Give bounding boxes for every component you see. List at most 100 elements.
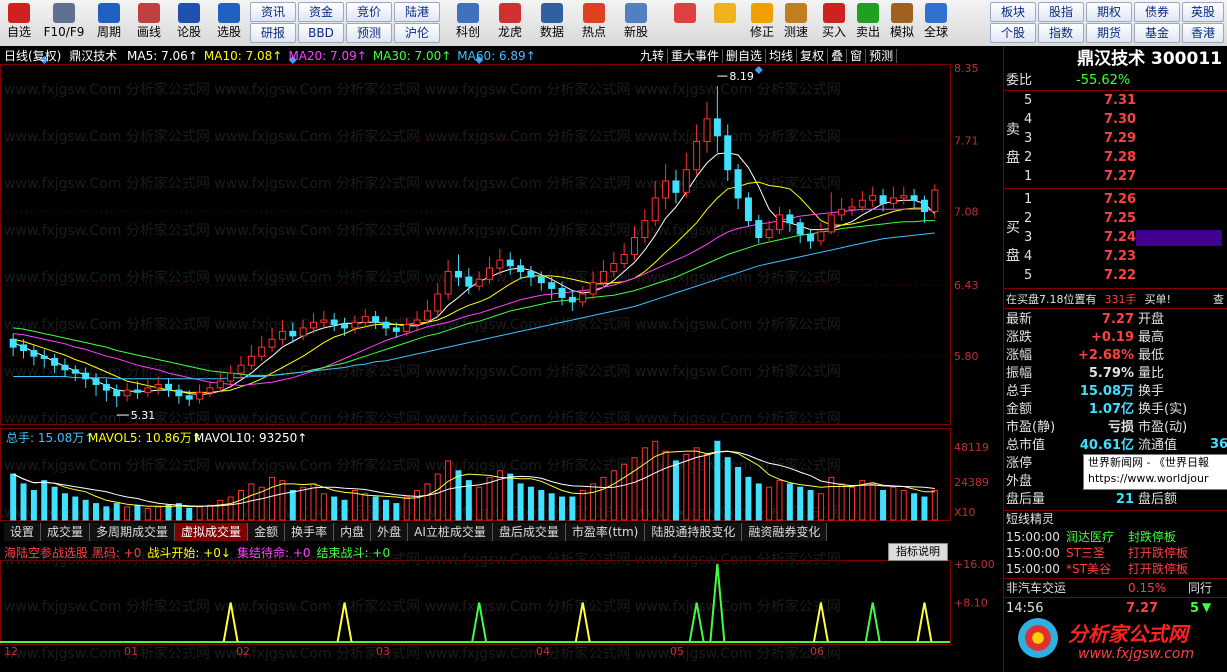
toolbar-buy-button[interactable]: 买入 <box>818 2 850 44</box>
candle[interactable] <box>113 384 121 408</box>
candle[interactable] <box>879 188 887 212</box>
toolbar-market-0-0[interactable]: 板块 <box>990 2 1036 22</box>
toolbar-gavel-button[interactable]: 模拟 <box>886 2 918 44</box>
news-tooltip[interactable]: 世界新闻网 - 《世界日報 https://www.worldjour <box>1083 454 1227 490</box>
candle[interactable] <box>30 344 38 366</box>
toolbar-market-0-2[interactable]: 期权 <box>1086 2 1132 22</box>
candle[interactable] <box>703 101 711 153</box>
toolbar-pe-button[interactable]: 数据 <box>532 2 572 44</box>
indicator-help-button[interactable]: 指标说明 <box>888 543 948 561</box>
ask-level[interactable]: 1 7.27 <box>1024 168 1226 185</box>
tab-2[interactable]: 多周期成交量 <box>90 523 176 541</box>
bid-level[interactable]: 3 7.24 <box>1024 229 1226 246</box>
bid-level[interactable]: 4 7.23 <box>1024 248 1226 265</box>
tab-9[interactable]: 盘后成交量 <box>492 523 566 541</box>
short-sprite-item[interactable]: 15:00:00 ST三圣 打开跌停板 <box>1006 545 1226 562</box>
candle[interactable] <box>568 290 576 311</box>
kline-chart-svg[interactable]: 8.35 7.71 7.08 6.43 5.80 www.fxjgsw.Com 分析家公式… <box>0 46 1003 672</box>
kline-chart-area[interactable]: 8.35 7.71 7.08 6.43 5.80 www.fxjgsw.Com 分析家公式… <box>0 46 1003 672</box>
candle[interactable] <box>744 192 752 227</box>
tab-6[interactable]: 内盘 <box>334 523 372 541</box>
toolbar-sell-button[interactable]: 卖出 <box>852 2 884 44</box>
candle[interactable] <box>196 384 204 404</box>
toolbar-pen-button[interactable]: 画线 <box>130 2 168 44</box>
toolbar-document-button[interactable]: F10/F9 <box>40 2 88 44</box>
tab-4[interactable]: 金额 <box>248 523 286 541</box>
toolbar-chart-button[interactable]: 科创 <box>448 2 488 44</box>
candle[interactable] <box>175 384 183 404</box>
candle[interactable] <box>123 383 131 402</box>
candle[interactable] <box>848 197 856 217</box>
ask-level[interactable]: 2 7.28 <box>1024 149 1226 166</box>
toolbar-tab-1-0[interactable]: 研报 <box>250 23 296 43</box>
toolbar-dragon-button[interactable]: 龙虎 <box>490 2 530 44</box>
chart-control-2[interactable]: 删自选 <box>723 49 767 63</box>
candle[interactable] <box>165 378 173 397</box>
tab-5[interactable]: 换手率 <box>285 523 335 541</box>
sector-row[interactable]: 非汽车交运 0.15% 同行 <box>1006 580 1226 597</box>
tab-0[interactable]: 设置 <box>4 523 42 541</box>
ask-level[interactable]: 4 7.30 <box>1024 111 1226 128</box>
candle[interactable] <box>889 186 897 210</box>
event-diamond-icon[interactable] <box>754 66 763 74</box>
toolbar-tab-1-2[interactable]: 预测 <box>346 23 392 43</box>
toolbar-market-0-1[interactable]: 股指 <box>1038 2 1084 22</box>
toolbar-star-button[interactable]: 自选 <box>0 2 38 44</box>
candle[interactable] <box>620 243 628 269</box>
toolbar-stopwatch-button[interactable]: 测速 <box>780 2 812 44</box>
chart-control-3[interactable]: 均线 <box>766 49 798 63</box>
toolbar-market-1-3[interactable]: 基金 <box>1134 23 1180 43</box>
toolbar-ipo-button[interactable]: 新股 <box>616 2 656 44</box>
ask-level[interactable]: 3 7.29 <box>1024 130 1226 147</box>
tab-11[interactable]: 陆股通持股变化 <box>645 523 743 541</box>
toolbar-color-grid-button[interactable] <box>666 2 704 44</box>
toolbar-magnifier-button[interactable]: 选股 <box>210 2 248 44</box>
toolbar-up-arrow-button[interactable]: 修正 <box>746 2 778 44</box>
toolbar-tab-0-1[interactable]: 资金 <box>298 2 344 22</box>
toolbar-market-0-3[interactable]: 债券 <box>1134 2 1180 22</box>
candle[interactable] <box>579 286 587 307</box>
toolbar-hot-button[interactable]: 热点 <box>574 2 614 44</box>
toolbar-clock-button[interactable]: 周期 <box>90 2 128 44</box>
toolbar-tab-0-3[interactable]: 陆港 <box>394 2 440 22</box>
candle[interactable] <box>838 197 846 221</box>
bid-level[interactable]: 2 7.25 <box>1024 210 1226 227</box>
toolbar-market-1-2[interactable]: 期货 <box>1086 23 1132 43</box>
tab-10[interactable]: 市盈率(ttm) <box>565 523 646 541</box>
toolbar-market-0-4[interactable]: 英股 <box>1182 2 1224 22</box>
toolbar-tab-0-2[interactable]: 竞价 <box>346 2 392 22</box>
tab-3[interactable]: 虚拟成交量 <box>175 523 249 541</box>
candle[interactable] <box>734 164 742 210</box>
period-label[interactable]: 日线(复权) <box>4 49 61 63</box>
bid-level[interactable]: 1 7.26 <box>1024 191 1226 208</box>
chart-control-1[interactable]: 重大事件 <box>668 49 724 63</box>
chart-control-7[interactable]: 预测 <box>866 49 898 63</box>
candle[interactable] <box>258 335 266 361</box>
toolbar-speech-button[interactable]: 论股 <box>170 2 208 44</box>
candle[interactable] <box>900 186 908 205</box>
toolbar-tab-1-3[interactable]: 沪伦 <box>394 23 440 43</box>
short-sprite-title[interactable]: 短线精灵 <box>1006 511 1226 528</box>
candle[interactable] <box>434 282 442 317</box>
bid-level[interactable]: 5 7.22 <box>1024 267 1226 284</box>
candle[interactable] <box>444 260 452 300</box>
tab-8[interactable]: AI立桩成交量 <box>408 523 493 541</box>
candle[interactable] <box>206 381 214 397</box>
candle[interactable] <box>486 256 494 284</box>
short-sprite-item[interactable]: 15:00:00 润达医疗 封跌停板 <box>1006 529 1226 546</box>
toolbar-tab-1-1[interactable]: BBD <box>298 23 344 43</box>
toolbar-tab-0-0[interactable]: 资讯 <box>250 2 296 22</box>
toolbar-market-1-1[interactable]: 指数 <box>1038 23 1084 43</box>
tab-12[interactable]: 融资融券变化 <box>742 523 828 541</box>
candle[interactable] <box>931 184 939 219</box>
candle[interactable] <box>662 164 670 210</box>
candle[interactable] <box>920 195 928 223</box>
chart-control-4[interactable]: 复权 <box>797 49 829 63</box>
big-order-notice[interactable]: 在买盘7.18位置有 331手 买单! 查 <box>1006 291 1226 308</box>
candle[interactable] <box>9 333 17 357</box>
chart-control-5[interactable]: 叠 <box>828 49 848 63</box>
toolbar-market-1-4[interactable]: 香港 <box>1182 23 1224 43</box>
candle[interactable] <box>869 186 877 208</box>
tab-1[interactable]: 成交量 <box>41 523 91 541</box>
candle[interactable] <box>858 191 866 212</box>
